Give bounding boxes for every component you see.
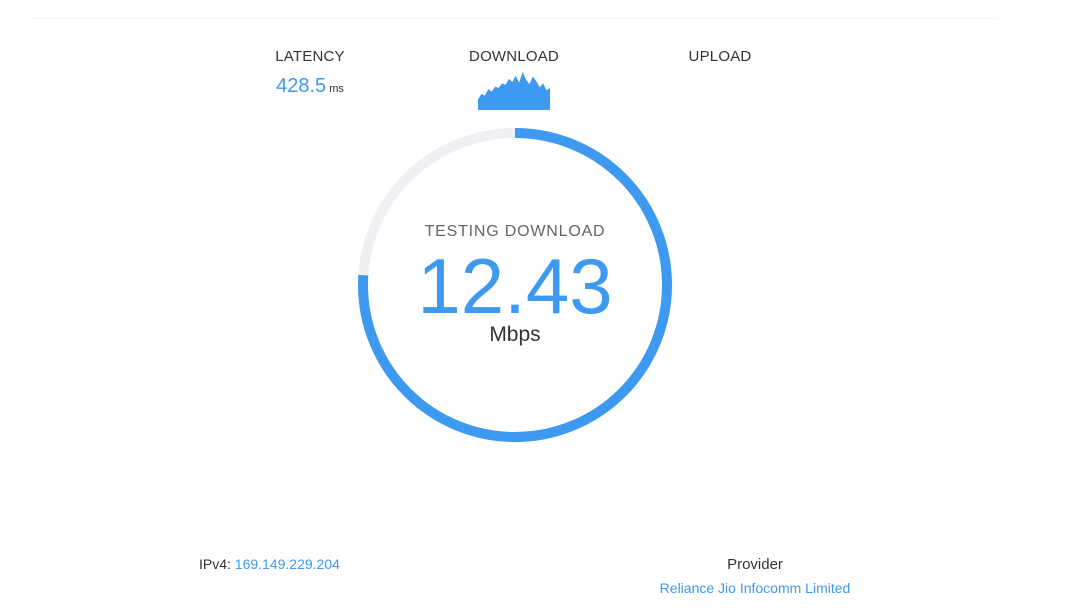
latency-label: LATENCY <box>275 48 345 65</box>
latency-metric: LATENCY 428.5 ms <box>230 48 390 101</box>
download-label: DOWNLOAD <box>469 48 559 65</box>
provider-value: Reliance Jio Infocomm Limited <box>659 580 851 596</box>
speed-gauge: TESTING DOWNLOAD 12.43 Mbps <box>355 125 675 445</box>
ip-address: IPv4: 169.149.229.204 <box>199 556 340 572</box>
speed-test-app: LATENCY 428.5 ms DOWNLOAD UPLOAD TESTING … <box>0 0 1068 611</box>
ip-value: 169.149.229.204 <box>234 556 340 572</box>
latency-unit: ms <box>329 83 344 95</box>
gauge-readout: TESTING DOWNLOAD 12.43 Mbps <box>355 125 675 445</box>
test-status: TESTING DOWNLOAD <box>424 223 606 240</box>
ip-label: IPv4: <box>199 556 231 572</box>
speed-value: 12.43 <box>417 242 613 330</box>
latency-value-row: 428.5 ms <box>230 74 390 101</box>
speed-unit: Mbps <box>489 323 541 346</box>
upload-label: UPLOAD <box>688 48 752 65</box>
provider-info: Provider Reliance Jio Infocomm Limited <box>620 556 890 596</box>
latency-value: 428.5 <box>276 75 327 97</box>
download-sparkline <box>478 72 550 110</box>
header-divider <box>30 18 998 19</box>
download-metric: DOWNLOAD <box>434 48 594 110</box>
download-sparkline-area <box>478 72 550 110</box>
upload-metric: UPLOAD <box>640 48 800 66</box>
provider-label: Provider <box>727 556 783 573</box>
